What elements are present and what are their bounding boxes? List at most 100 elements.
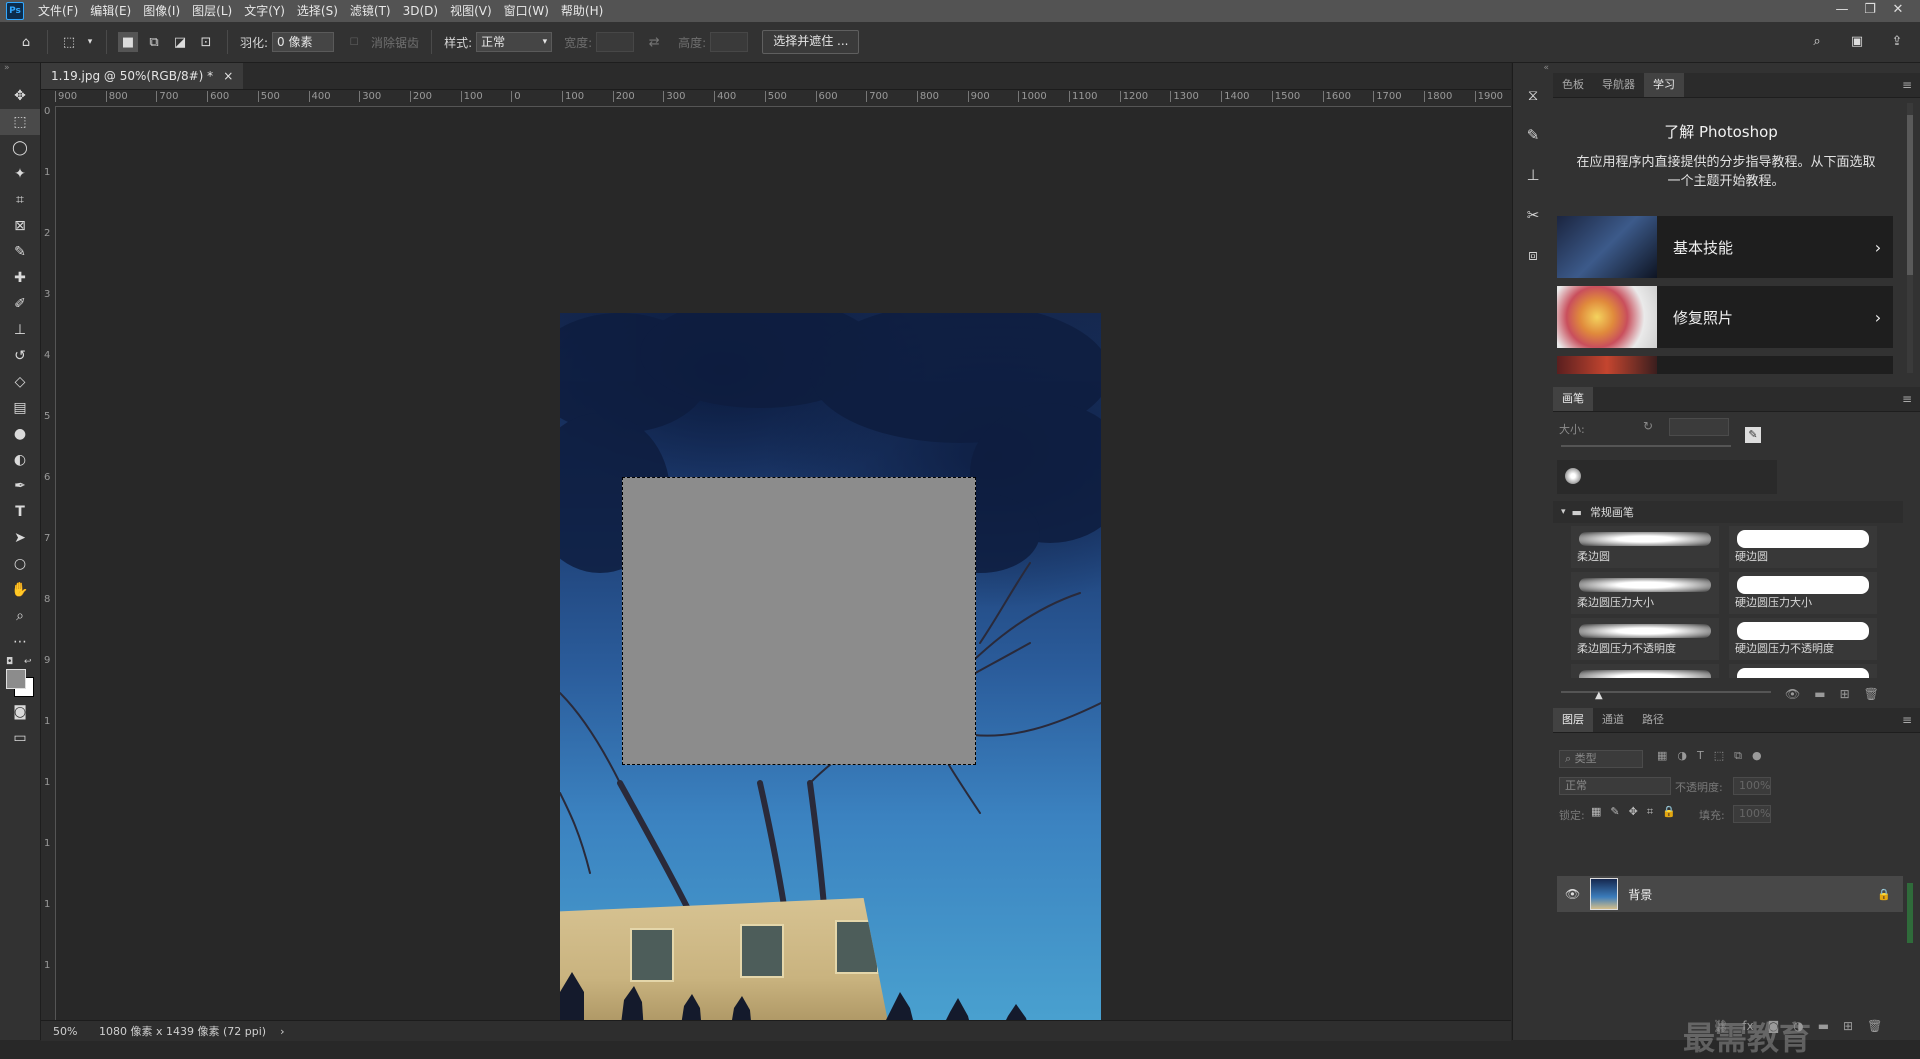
- move-tool-icon[interactable]: ✥: [0, 83, 40, 109]
- close-button[interactable]: ✕: [1884, 0, 1912, 20]
- trash-icon[interactable]: 🗑: [1864, 687, 1879, 701]
- foreground-color-swatch[interactable]: [6, 669, 26, 689]
- eyedropper-tool-icon[interactable]: ✎: [0, 239, 40, 265]
- fill-input[interactable]: 100%: [1733, 805, 1771, 823]
- lock-transparent-icon[interactable]: ▦: [1591, 805, 1601, 819]
- panel-menu-icon[interactable]: ≡: [1902, 392, 1912, 406]
- clone-stamp-tool-icon[interactable]: ⊥: [0, 317, 40, 343]
- lock-artboard-icon[interactable]: ⌗: [1647, 805, 1653, 819]
- antialias-checkbox[interactable]: ☐: [344, 32, 364, 52]
- add-selection-icon[interactable]: ⧉: [144, 32, 164, 52]
- brush-settings-panel-icon[interactable]: ✎: [1513, 115, 1553, 155]
- default-colors-icon[interactable]: ◘: [6, 657, 13, 667]
- workspace-icon[interactable]: ▣: [1847, 31, 1867, 51]
- restore-button[interactable]: ❐: [1856, 0, 1884, 20]
- brush-preset[interactable]: 硬边圆压力大小: [1729, 572, 1877, 614]
- menu-type[interactable]: 文字(Y): [238, 0, 291, 22]
- brush-preview-slider[interactable]: [1561, 691, 1771, 693]
- zoom-tool-icon[interactable]: ⌕: [0, 603, 40, 629]
- shape-filter-icon[interactable]: ⬚: [1714, 749, 1724, 763]
- minimize-button[interactable]: —: [1828, 0, 1856, 20]
- libraries-panel-icon[interactable]: ⧈: [1513, 235, 1553, 275]
- menu-filter[interactable]: 滤镜(T): [344, 0, 397, 22]
- screen-mode-icon[interactable]: ▭: [0, 725, 40, 751]
- learn-card-basic-skills[interactable]: 基本技能 ›: [1557, 216, 1893, 278]
- horizontal-ruler[interactable]: 900 800 700 600 500 400 300 200 100 0 100 200 300 400…: [55, 90, 1511, 107]
- rect-marquee-preset-icon[interactable]: ⬚: [59, 32, 79, 52]
- brush-preset[interactable]: 柔边圆压力大小: [1571, 572, 1719, 614]
- new-group-icon[interactable]: ▬: [1818, 1019, 1829, 1033]
- hand-tool-icon[interactable]: ✋: [0, 577, 40, 603]
- crop-tool-icon[interactable]: ⌗: [0, 187, 40, 213]
- search-icon[interactable]: ⌕: [1807, 31, 1827, 51]
- select-and-mask-button[interactable]: 选择并遮住 ...: [762, 30, 860, 54]
- trash-icon[interactable]: 🗑: [1867, 1019, 1882, 1033]
- brush-size-slider[interactable]: [1561, 445, 1731, 447]
- new-selection-icon[interactable]: ■: [118, 32, 138, 52]
- vertical-ruler[interactable]: 0 1 2 3 4 5 6 7 8 9 1 1 1 1 1: [41, 106, 56, 1020]
- new-layer-icon[interactable]: ⊞: [1843, 1019, 1853, 1033]
- collapse-chevron-icon[interactable]: »: [0, 63, 40, 83]
- close-tab-icon[interactable]: ×: [223, 63, 233, 89]
- link-layers-icon[interactable]: ⛓: [1713, 1019, 1728, 1033]
- chevron-down-icon[interactable]: ▾: [85, 32, 95, 52]
- menu-file[interactable]: 文件(F): [32, 0, 84, 22]
- panel-menu-icon[interactable]: ≡: [1902, 78, 1912, 92]
- type-filter-icon[interactable]: T: [1697, 749, 1704, 763]
- slider-handle-icon[interactable]: ▲: [1595, 690, 1603, 701]
- clone-source-panel-icon[interactable]: ⊥: [1513, 155, 1553, 195]
- style-select[interactable]: 正常 ▾: [476, 32, 553, 52]
- panel-menu-icon[interactable]: ≡: [1902, 713, 1912, 727]
- menu-window[interactable]: 窗口(W): [498, 0, 555, 22]
- pen-tool-icon[interactable]: ✒: [0, 473, 40, 499]
- width-input[interactable]: [596, 32, 635, 52]
- tab-learn[interactable]: 学习: [1644, 73, 1684, 97]
- layer-style-icon[interactable]: fx: [1742, 1019, 1753, 1033]
- tab-navigator[interactable]: 导航器: [1593, 73, 1644, 97]
- share-icon[interactable]: ⇪: [1887, 31, 1907, 51]
- brush-preset[interactable]: 柔边圆压力不透明度: [1571, 618, 1719, 660]
- menu-3d[interactable]: 3D(D): [397, 0, 444, 22]
- lock-image-icon[interactable]: ✎: [1610, 805, 1619, 819]
- collapse-chevron-icon[interactable]: «: [1513, 63, 1553, 75]
- ellipse-tool-icon[interactable]: ○: [0, 551, 40, 577]
- dodge-tool-icon[interactable]: ◐: [0, 447, 40, 473]
- layer-row-background[interactable]: 👁 背景 🔒: [1557, 876, 1903, 912]
- brush-preset[interactable]: 柔边圆: [1571, 526, 1719, 568]
- height-input[interactable]: [710, 32, 749, 52]
- swap-colors-icon[interactable]: ↩: [24, 657, 32, 667]
- menu-image[interactable]: 图像(I): [137, 0, 186, 22]
- learn-card-fix-photo[interactable]: 修复照片 ›: [1557, 286, 1893, 348]
- menu-layer[interactable]: 图层(L): [186, 0, 238, 22]
- tab-layers[interactable]: 图层: [1553, 708, 1593, 732]
- new-brush-icon[interactable]: ⊞: [1840, 687, 1850, 701]
- recent-brush-icon[interactable]: [1565, 468, 1581, 484]
- menu-view[interactable]: 视图(V): [444, 0, 498, 22]
- brush-tool-icon[interactable]: ✐: [0, 291, 40, 317]
- blur-tool-icon[interactable]: ●: [0, 421, 40, 447]
- menu-edit[interactable]: 编辑(E): [84, 0, 137, 22]
- menu-select[interactable]: 选择(S): [291, 0, 344, 22]
- visibility-eye-icon[interactable]: 👁: [1565, 887, 1580, 901]
- feather-input[interactable]: 0 像素: [272, 32, 335, 52]
- brush-size-input[interactable]: [1669, 418, 1729, 436]
- pixel-filter-icon[interactable]: ▦: [1657, 749, 1667, 763]
- reset-icon[interactable]: ↻: [1643, 419, 1653, 433]
- brush-preset[interactable]: [1571, 664, 1719, 678]
- brush-group-header[interactable]: ▾ ▬ 常规画笔: [1553, 501, 1903, 523]
- type-tool-icon[interactable]: T: [0, 499, 40, 525]
- tab-swatches[interactable]: 色板: [1553, 73, 1593, 97]
- adjustment-filter-icon[interactable]: ◑: [1677, 749, 1687, 763]
- canvas-area[interactable]: [56, 107, 1511, 1020]
- ruler-origin[interactable]: [41, 90, 55, 106]
- path-selection-tool-icon[interactable]: ➤: [0, 525, 40, 551]
- eye-toggle-icon[interactable]: 👁: [1785, 687, 1800, 701]
- gradient-tool-icon[interactable]: ▤: [0, 395, 40, 421]
- brush-preset[interactable]: 硬边圆: [1729, 526, 1877, 568]
- layer-filter-input[interactable]: ⌕ 类型: [1559, 750, 1643, 768]
- selection-marquee[interactable]: [622, 477, 976, 765]
- brush-preset[interactable]: 硬边圆压力不透明度: [1729, 618, 1877, 660]
- tab-paths[interactable]: 路径: [1633, 708, 1673, 732]
- lock-position-icon[interactable]: ✥: [1629, 805, 1638, 819]
- lasso-tool-icon[interactable]: ◯: [0, 135, 40, 161]
